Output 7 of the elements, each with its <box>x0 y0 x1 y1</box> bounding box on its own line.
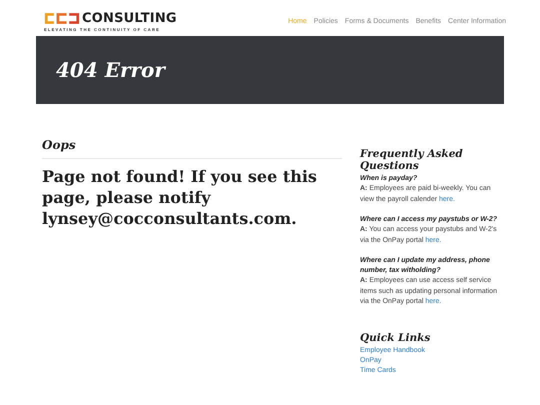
logo-name: CONSULTING <box>82 12 177 26</box>
section-heading: Oops <box>42 138 77 152</box>
quick-links-heading: Quick Links <box>360 332 432 344</box>
error-message: Page not found! If you see this page, please notify lynsey@cocconsultants.com. <box>42 166 318 229</box>
faq-heading: Frequently Asked Questions <box>360 148 464 172</box>
logo-icon <box>44 12 80 25</box>
page-title: 404 Error <box>56 58 165 82</box>
